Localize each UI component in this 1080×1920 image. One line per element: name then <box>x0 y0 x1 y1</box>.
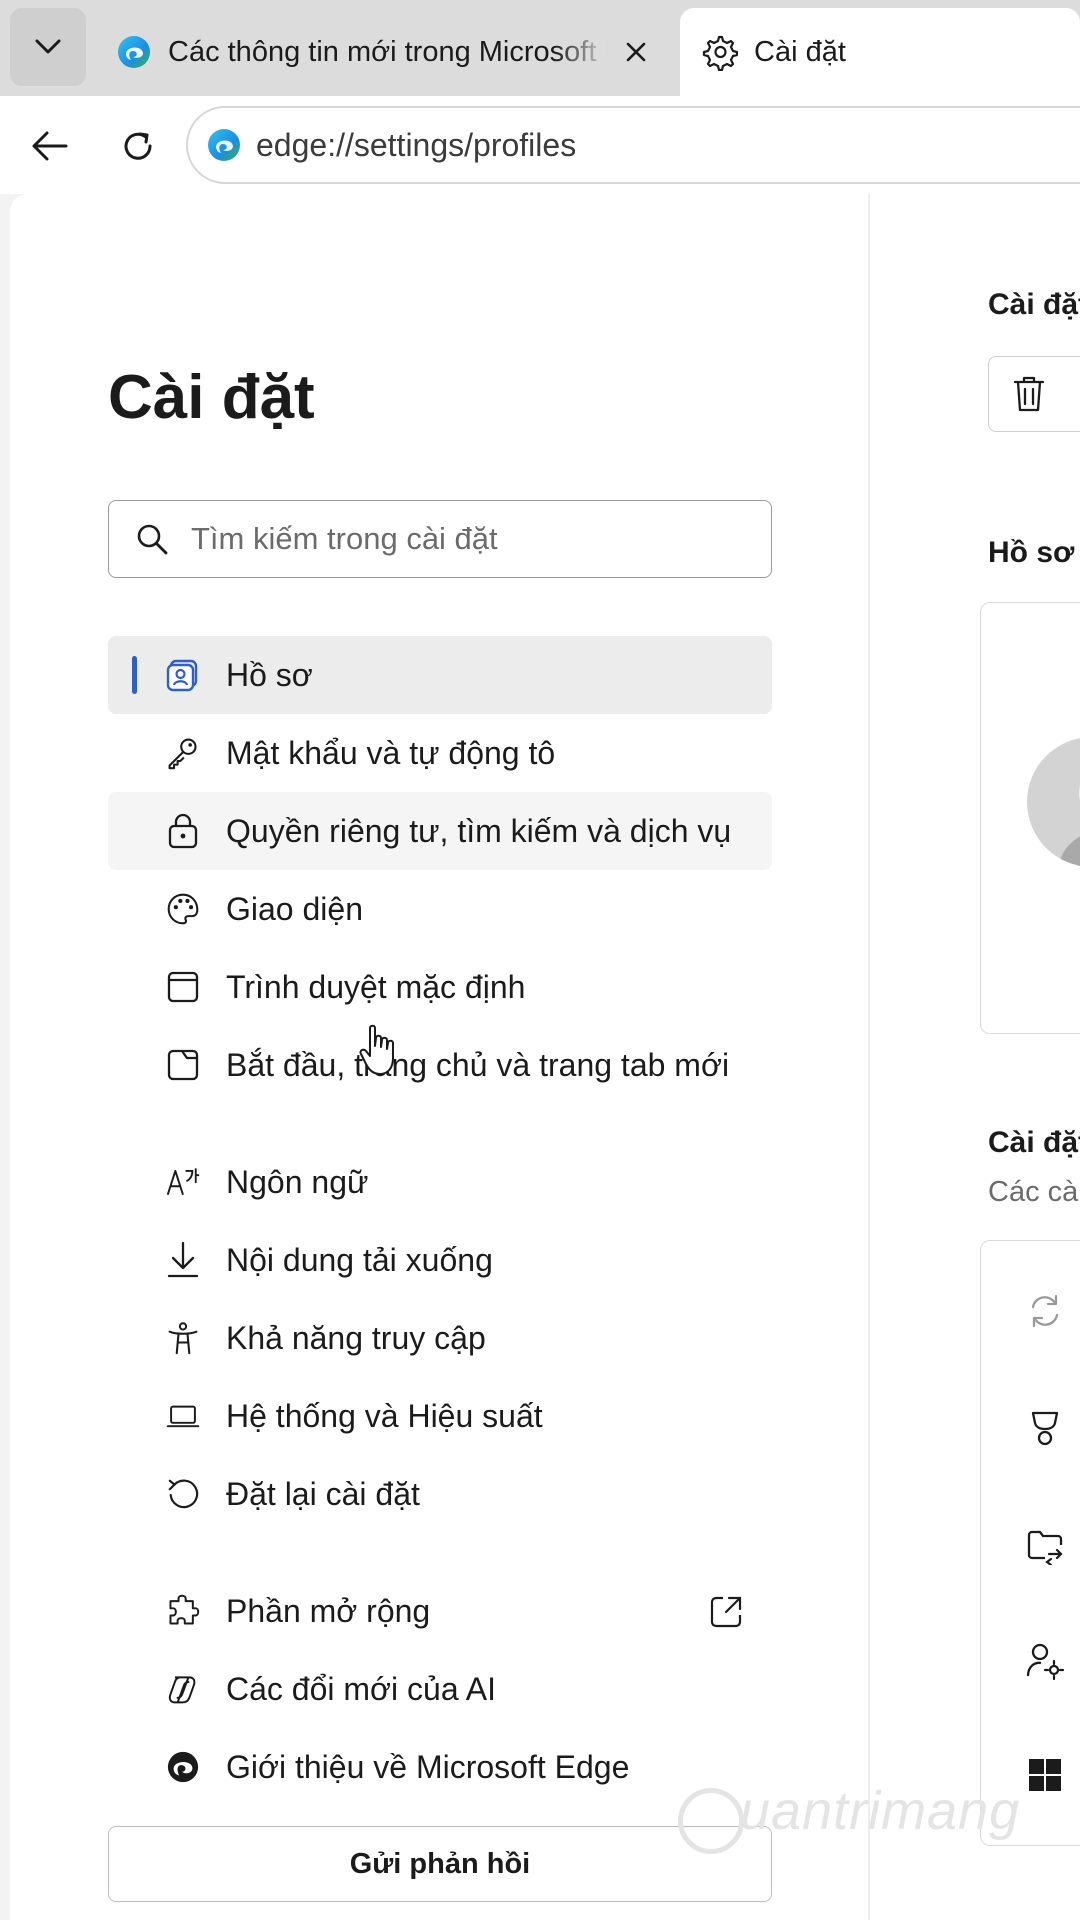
sidebar-item-languages[interactable]: Ngôn ngữ <box>108 1143 772 1221</box>
sidebar-item-label: Trình duyệt mặc định <box>226 969 526 1005</box>
section-heading: Cài đặt <box>988 288 1080 321</box>
watermark-logo-icon <box>678 1788 744 1854</box>
sidebar-item-label: Đặt lại cài đặt <box>226 1476 420 1512</box>
sidebar-item-profiles[interactable]: Hồ sơ <box>108 636 772 714</box>
home-tab-icon <box>166 1048 200 1082</box>
sidebar-item-downloads[interactable]: Nội dung tải xuống <box>108 1221 772 1299</box>
address-url: edge://settings/profiles <box>256 126 577 163</box>
profile-card <box>980 602 1080 1034</box>
active-indicator <box>132 656 137 694</box>
hand-cursor-icon <box>358 1024 402 1080</box>
sidebar-item-privacy[interactable]: Quyền riêng tư, tìm kiếm và dịch vụ <box>108 792 772 870</box>
settings-sidebar: Cài đặt Hồ sơ Mật khẩu và tự động tô <box>10 194 868 1920</box>
sidebar-item-accessibility[interactable]: Khả năng truy cập <box>108 1299 772 1377</box>
page-title: Cài đặt <box>108 363 315 432</box>
profile-preferences-icon[interactable] <box>1025 1641 1065 1681</box>
sidebar-item-label: Quyền riêng tư, tìm kiếm và dịch vụ <box>226 813 732 849</box>
reset-icon <box>166 1477 200 1511</box>
sidebar-item-label: Hồ sơ <box>226 657 313 693</box>
sync-icon[interactable] <box>1025 1291 1065 1331</box>
sidebar-item-label: Mật khẩu và tự động tô <box>226 735 556 771</box>
section-heading-settings: Cài đặt <box>988 1126 1080 1159</box>
key-icon <box>166 736 200 770</box>
settings-search[interactable] <box>108 500 772 578</box>
edge-logo-icon <box>166 1750 200 1784</box>
trash-icon <box>1013 376 1045 412</box>
browser-window-icon <box>166 970 200 1004</box>
sidebar-item-passwords[interactable]: Mật khẩu và tự động tô <box>108 714 772 792</box>
puzzle-icon <box>166 1594 200 1628</box>
sidebar-item-label: Giao diện <box>226 891 363 927</box>
tab-title: Cài đặt <box>754 35 846 68</box>
search-icon <box>135 522 169 556</box>
edge-logo-icon <box>116 34 152 70</box>
tab-actions-menu-button[interactable] <box>10 8 86 86</box>
browser-toolbar: edge://settings/profiles <box>0 96 1080 194</box>
settings-page: Cài đặt Hồ sơ Mật khẩu và tự động tô <box>10 194 1080 1920</box>
profile-icon <box>166 658 200 692</box>
gear-icon <box>700 33 738 71</box>
back-arrow-icon <box>32 131 68 161</box>
watermark: uantrimang <box>740 1781 1021 1841</box>
sidebar-item-start-home[interactable]: Bắt đầu, trang chủ và trang tab mới <box>108 1026 772 1104</box>
lock-icon <box>166 813 200 849</box>
sidebar-item-reset[interactable]: Đặt lại cài đặt <box>108 1455 772 1533</box>
avatar <box>1027 737 1080 867</box>
profiles-content: Cài đặt Hồ sơ Cài đặt Các cà <box>870 194 1080 1920</box>
tab-settings[interactable]: Cài đặt <box>680 8 1080 96</box>
refresh-button[interactable] <box>110 118 166 174</box>
language-icon <box>166 1165 200 1199</box>
sidebar-item-default-browser[interactable]: Trình duyệt mặc định <box>108 948 772 1026</box>
sidebar-item-label: Hệ thống và Hiệu suất <box>226 1398 543 1434</box>
sidebar-item-label: Ngôn ngữ <box>226 1164 369 1200</box>
search-input[interactable] <box>189 520 753 558</box>
profile-settings-card <box>980 1240 1080 1846</box>
close-icon <box>626 42 646 62</box>
ai-icon <box>166 1672 200 1706</box>
sidebar-item-label: Nội dung tải xuống <box>226 1242 493 1278</box>
send-feedback-button[interactable]: Gửi phản hồi <box>108 1826 772 1902</box>
address-bar[interactable]: edge://settings/profiles <box>186 106 1080 184</box>
windows-logo-icon[interactable] <box>1025 1755 1065 1795</box>
delete-button[interactable] <box>988 356 1080 432</box>
sidebar-item-label: Khả năng truy cập <box>226 1320 486 1356</box>
sidebar-item-label: Các đổi mới của AI <box>226 1671 496 1707</box>
back-button[interactable] <box>22 118 78 174</box>
open-external-icon <box>708 1594 744 1630</box>
tab-strip: Các thông tin mới trong Microsoft Edge C… <box>0 0 1080 96</box>
sidebar-item-extensions[interactable]: Phần mở rộng <box>108 1572 772 1650</box>
accessibility-icon <box>166 1321 200 1355</box>
sidebar-item-appearance[interactable]: Giao diện <box>108 870 772 948</box>
laptop-icon <box>166 1399 200 1433</box>
section-subtitle: Các cà <box>988 1176 1079 1208</box>
download-icon <box>166 1241 200 1278</box>
rewards-trophy-icon[interactable] <box>1025 1409 1065 1449</box>
sidebar-item-about[interactable]: Giới thiệu về Microsoft Edge <box>108 1728 772 1806</box>
section-heading-profiles: Hồ sơ <box>988 536 1075 569</box>
import-data-icon[interactable] <box>1025 1525 1065 1565</box>
chevron-down-icon <box>34 38 62 56</box>
refresh-icon <box>124 132 152 160</box>
sidebar-item-ai-innovations[interactable]: Các đổi mới của AI <box>108 1650 772 1728</box>
sidebar-item-label: Bắt đầu, trang chủ và trang tab mới <box>226 1047 730 1083</box>
sidebar-item-system[interactable]: Hệ thống và Hiệu suất <box>108 1377 772 1455</box>
close-tab-button[interactable] <box>616 32 656 72</box>
sidebar-item-label: Phần mở rộng <box>226 1593 431 1629</box>
tab-title: Các thông tin mới trong Microsoft Edge <box>168 35 608 68</box>
palette-icon <box>166 892 200 926</box>
sidebar-item-label: Giới thiệu về Microsoft Edge <box>226 1749 630 1785</box>
edge-logo-icon <box>206 127 242 163</box>
tab-whats-new[interactable]: Các thông tin mới trong Microsoft Edge <box>98 8 670 96</box>
